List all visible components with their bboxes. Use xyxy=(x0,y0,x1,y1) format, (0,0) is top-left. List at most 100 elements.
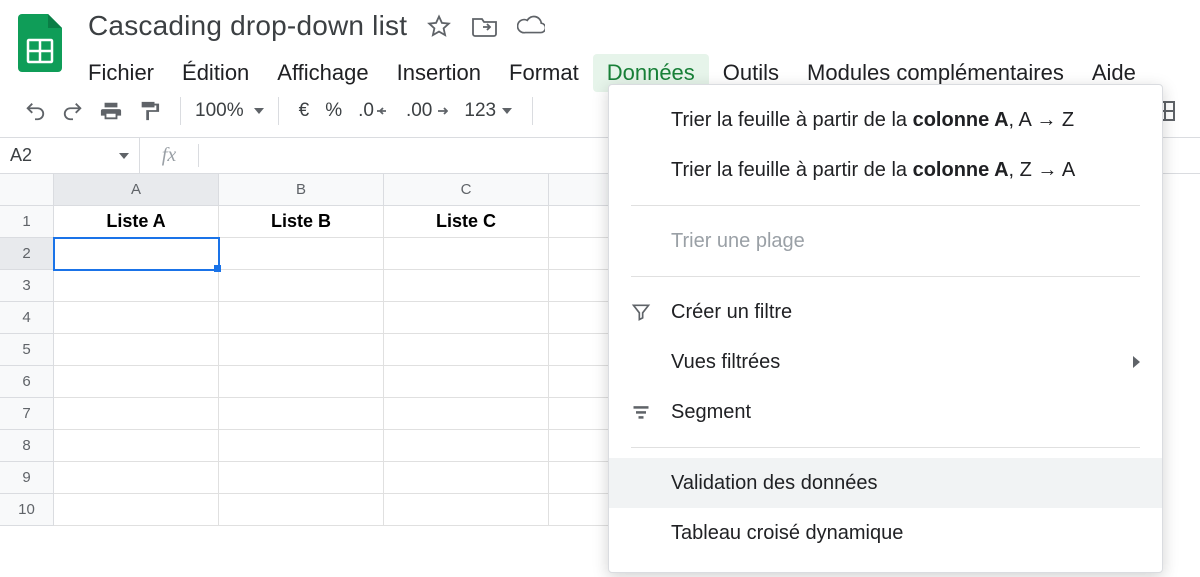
menu-edition[interactable]: Édition xyxy=(168,54,263,92)
cell-C8[interactable] xyxy=(384,430,549,462)
cell-B6[interactable] xyxy=(219,366,384,398)
format-percent[interactable]: % xyxy=(319,100,348,122)
cell-C5[interactable] xyxy=(384,334,549,366)
format-decrease-decimal[interactable]: .0 xyxy=(352,100,396,122)
chevron-down-icon xyxy=(254,108,264,114)
dd-sort-az-label: Trier la feuille à partir de la colonne … xyxy=(671,109,1140,132)
separator xyxy=(631,276,1140,277)
format-increase-decimal[interactable]: .00 xyxy=(400,100,454,122)
col-header-B[interactable]: B xyxy=(219,174,384,206)
dd-sort-az[interactable]: Trier la feuille à partir de la colonne … xyxy=(609,95,1162,145)
cell-C1[interactable]: Liste C xyxy=(384,206,549,238)
dd-filtered-views[interactable]: Vues filtrées xyxy=(609,337,1162,387)
cell-B3[interactable] xyxy=(219,270,384,302)
paint-format-icon[interactable] xyxy=(132,94,166,128)
menu-format[interactable]: Format xyxy=(495,54,593,92)
app-sheets-icon[interactable] xyxy=(14,10,66,76)
format-number-menu[interactable]: 123 xyxy=(458,100,518,122)
dd-sort-za-label: Trier la feuille à partir de la colonne … xyxy=(671,159,1140,182)
format-currency[interactable]: € xyxy=(293,100,316,122)
menu-fichier[interactable]: Fichier xyxy=(88,54,168,92)
dd-sort-za[interactable]: Trier la feuille à partir de la colonne … xyxy=(609,145,1162,195)
col-header-C[interactable]: C xyxy=(384,174,549,206)
row-header-3[interactable]: 3 xyxy=(0,270,54,302)
filter-icon xyxy=(631,302,671,322)
dec-more-label: .00 xyxy=(406,100,432,122)
dd-data-validation-label: Validation des données xyxy=(671,472,1140,495)
dd-sort-range-label: Trier une plage xyxy=(671,230,1140,253)
zoom-value: 100% xyxy=(195,100,244,122)
row-header-7[interactable]: 7 xyxy=(0,398,54,430)
cell-A3[interactable] xyxy=(54,270,219,302)
dd-data-validation[interactable]: Validation des données xyxy=(609,458,1162,508)
dd-sort-range: Trier une plage xyxy=(609,216,1162,266)
dd-pivot-table-label: Tableau croisé dynamique xyxy=(671,522,1140,545)
dec-less-label: .0 xyxy=(358,100,374,122)
menu-insertion[interactable]: Insertion xyxy=(383,54,495,92)
cell-C3[interactable] xyxy=(384,270,549,302)
cell-C6[interactable] xyxy=(384,366,549,398)
row-header-2[interactable]: 2 xyxy=(0,238,54,270)
cell-A5[interactable] xyxy=(54,334,219,366)
chevron-down-icon xyxy=(502,108,512,114)
cell-C2[interactable] xyxy=(384,238,549,270)
title-bar: Cascading drop-down list Fichier Édition… xyxy=(0,0,1200,84)
cell-A2[interactable] xyxy=(54,238,219,270)
cell-C4[interactable] xyxy=(384,302,549,334)
cell-B2[interactable] xyxy=(219,238,384,270)
undo-icon[interactable] xyxy=(18,94,52,128)
dd-create-filter[interactable]: Créer un filtre xyxy=(609,287,1162,337)
number-format-label: 123 xyxy=(464,100,496,122)
cell-C9[interactable] xyxy=(384,462,549,494)
row-header-4[interactable]: 4 xyxy=(0,302,54,334)
cell-B1[interactable]: Liste B xyxy=(219,206,384,238)
cell-A4[interactable] xyxy=(54,302,219,334)
dd-slicer[interactable]: Segment xyxy=(609,387,1162,437)
cell-A1[interactable]: Liste A xyxy=(54,206,219,238)
separator xyxy=(631,205,1140,206)
print-icon[interactable] xyxy=(94,94,128,128)
cell-A7[interactable] xyxy=(54,398,219,430)
chevron-down-icon xyxy=(119,153,129,159)
separator xyxy=(532,97,533,125)
row-header-1[interactable]: 1 xyxy=(0,206,54,238)
dd-create-filter-label: Créer un filtre xyxy=(671,301,1140,324)
cell-C10[interactable] xyxy=(384,494,549,526)
cloud-saved-icon[interactable] xyxy=(517,12,545,40)
dd-filtered-views-label: Vues filtrées xyxy=(671,351,1133,374)
zoom-control[interactable]: 100% xyxy=(195,100,264,122)
row-header-6[interactable]: 6 xyxy=(0,366,54,398)
cell-A8[interactable] xyxy=(54,430,219,462)
row-header-10[interactable]: 10 xyxy=(0,494,54,526)
dd-slicer-label: Segment xyxy=(671,401,1140,424)
cell-C7[interactable] xyxy=(384,398,549,430)
document-title[interactable]: Cascading drop-down list xyxy=(88,10,407,42)
separator xyxy=(278,97,279,125)
redo-icon[interactable] xyxy=(56,94,90,128)
row-header-8[interactable]: 8 xyxy=(0,430,54,462)
cell-B4[interactable] xyxy=(219,302,384,334)
dd-pivot-table[interactable]: Tableau croisé dynamique xyxy=(609,508,1162,558)
row-header-9[interactable]: 9 xyxy=(0,462,54,494)
cell-B7[interactable] xyxy=(219,398,384,430)
separator xyxy=(180,97,181,125)
select-all-corner[interactable] xyxy=(0,174,54,206)
cell-A6[interactable] xyxy=(54,366,219,398)
donnees-dropdown-menu: Trier la feuille à partir de la colonne … xyxy=(608,84,1163,573)
cell-B8[interactable] xyxy=(219,430,384,462)
menu-affichage[interactable]: Affichage xyxy=(263,54,382,92)
cell-A9[interactable] xyxy=(54,462,219,494)
row-header-5[interactable]: 5 xyxy=(0,334,54,366)
cell-B9[interactable] xyxy=(219,462,384,494)
cell-A10[interactable] xyxy=(54,494,219,526)
cell-B5[interactable] xyxy=(219,334,384,366)
slicer-icon xyxy=(631,402,671,422)
fx-label: fx xyxy=(140,138,198,173)
move-folder-icon[interactable] xyxy=(471,12,499,40)
cell-B10[interactable] xyxy=(219,494,384,526)
name-box[interactable]: A2 xyxy=(0,138,140,173)
star-icon[interactable] xyxy=(425,12,453,40)
col-header-A[interactable]: A xyxy=(54,174,219,206)
separator xyxy=(631,447,1140,448)
name-box-value: A2 xyxy=(10,145,32,166)
